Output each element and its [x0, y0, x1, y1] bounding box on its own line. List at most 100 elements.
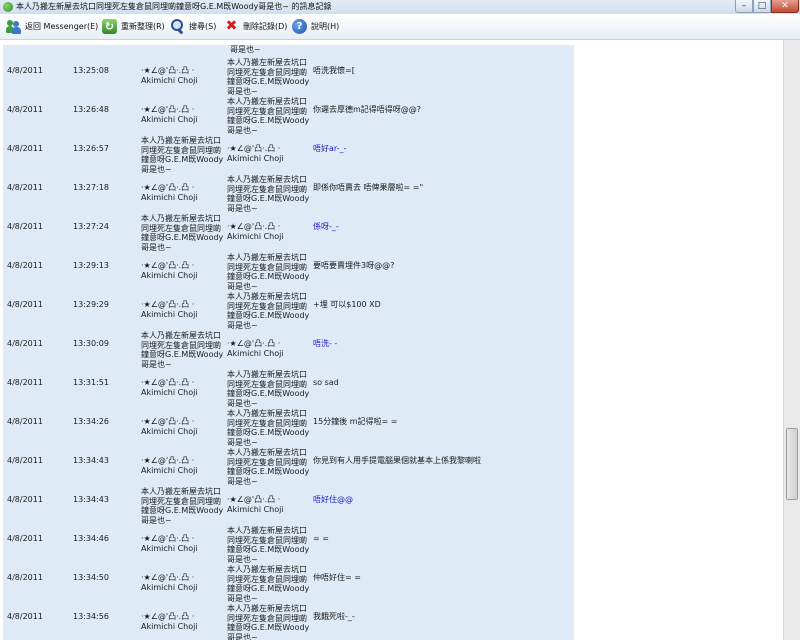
row-to: 本人乃搬左新屋去坑口同埋死左隻倉鼠同埋啲鐘意呀G.E.M既Woody哥是也~	[227, 97, 310, 135]
row-message: 唔洗我懷=[	[313, 66, 355, 75]
vertical-scrollbar[interactable]	[783, 40, 800, 640]
delete-history-button[interactable]: ✖ 刪除記錄(D)	[224, 18, 288, 35]
search-button[interactable]: 搜尋(S)	[170, 18, 216, 35]
row-date: 4/8/2011	[7, 417, 43, 426]
row-message: 唔洗- -	[313, 339, 338, 348]
row-date: 4/8/2011	[7, 456, 43, 465]
row-from: ·★∠@'凸·.凸 · Akimichi Choji	[141, 534, 198, 553]
row-time: 13:29:13	[73, 261, 109, 270]
row-time: 13:34:46	[73, 534, 109, 543]
row-date: 4/8/2011	[7, 300, 43, 309]
close-button[interactable]: ✕	[771, 0, 799, 13]
row-from: 本人乃搬左新屋去坑口同埋死左隻倉鼠同埋啲鐘意呀G.E.M既Woody哥是也~	[141, 487, 224, 525]
message-row: 4/8/2011 13:27:18 ·★∠@'凸·.凸 · Akimichi C…	[3, 175, 574, 214]
message-log[interactable]: 哥是也~ 4/8/2011 13:25:08 ·★∠@'凸·.凸 · Akimi…	[0, 40, 575, 640]
row-date: 4/8/2011	[7, 222, 43, 231]
row-date: 4/8/2011	[7, 534, 43, 543]
row-date: 4/8/2011	[7, 339, 43, 348]
row-from: ·★∠@'凸·.凸 · Akimichi Choji	[141, 183, 198, 202]
row-message: 唔好住@@	[313, 495, 353, 504]
row-date: 4/8/2011	[7, 144, 43, 153]
message-row: 4/8/2011 13:34:26 ·★∠@'凸·.凸 · Akimichi C…	[3, 409, 574, 448]
row-from: 本人乃搬左新屋去坑口同埋死左隻倉鼠同埋啲鐘意呀G.E.M既Woody哥是也~	[141, 331, 224, 369]
row-to: ·★∠@'凸·.凸 · Akimichi Choji	[227, 144, 284, 163]
row-to: 本人乃搬左新屋去坑口同埋死左隻倉鼠同埋啲鐘意呀G.E.M既Woody哥是也~	[227, 292, 310, 330]
delete-history-label: 刪除記錄(D)	[243, 22, 288, 31]
row-date: 4/8/2011	[7, 495, 43, 504]
message-row: 4/8/2011 13:25:08 ·★∠@'凸·.凸 · Akimichi C…	[3, 58, 574, 97]
row-date: 4/8/2011	[7, 183, 43, 192]
row-message: 唔好ar-_-	[313, 144, 347, 153]
row-date: 4/8/2011	[7, 378, 43, 387]
row-message: so sad	[313, 378, 339, 387]
row-date: 4/8/2011	[7, 66, 43, 75]
back-to-messenger-label: 返回 Messenger(E)	[25, 22, 99, 31]
title-bar: 本人乃搬左新屋去坑口同埋死左隻倉鼠同埋啲鐘意呀G.E.M既Woody哥是也~ 的…	[0, 0, 800, 15]
help-label: 說明(H)	[311, 22, 340, 31]
back-to-messenger-button[interactable]: 返回 Messenger(E)	[6, 18, 98, 35]
row-to: 本人乃搬左新屋去坑口同埋死左隻倉鼠同埋啲鐘意呀G.E.M既Woody哥是也~	[227, 409, 310, 447]
maximize-button[interactable]: □	[753, 0, 771, 13]
message-row: 4/8/2011 13:34:43 本人乃搬左新屋去坑口同埋死左隻倉鼠同埋啲鐘意…	[3, 487, 574, 526]
row-time: 13:27:24	[73, 222, 109, 231]
row-message: = =	[313, 534, 329, 543]
row-from: ·★∠@'凸·.凸 · Akimichi Choji	[141, 378, 198, 397]
messenger-icon	[3, 2, 13, 12]
scrollbar-thumb[interactable]	[786, 428, 798, 500]
row-message: 仲唔好住= =	[313, 573, 361, 582]
row-message: 你見到有人用手提電腦果個就基本上係我黎喇啦	[313, 456, 481, 465]
message-row: 4/8/2011 13:29:13 ·★∠@'凸·.凸 · Akimichi C…	[3, 253, 574, 292]
row-to: 本人乃搬左新屋去坑口同埋死左隻倉鼠同埋啲鐘意呀G.E.M既Woody哥是也~	[227, 604, 310, 640]
row-time: 13:30:09	[73, 339, 109, 348]
row-time: 13:27:18	[73, 183, 109, 192]
message-history-window: 本人乃搬左新屋去坑口同埋死左隻倉鼠同埋啲鐘意呀G.E.M既Woody哥是也~ 的…	[0, 0, 800, 640]
message-row: 4/8/2011 13:26:48 ·★∠@'凸·.凸 · Akimichi C…	[3, 97, 574, 136]
row-to: ·★∠@'凸·.凸 · Akimichi Choji	[227, 222, 284, 241]
row-to: 本人乃搬左新屋去坑口同埋死左隻倉鼠同埋啲鐘意呀G.E.M既Woody哥是也~	[227, 448, 310, 486]
row-to: 本人乃搬左新屋去坑口同埋死左隻倉鼠同埋啲鐘意呀G.E.M既Woody哥是也~	[227, 253, 310, 291]
message-row: 4/8/2011 13:27:24 本人乃搬左新屋去坑口同埋死左隻倉鼠同埋啲鐘意…	[3, 214, 574, 253]
row-from: ·★∠@'凸·.凸 · Akimichi Choji	[141, 573, 198, 592]
row-time: 13:25:08	[73, 66, 109, 75]
refresh-button[interactable]: ↻ 重新整理(R)	[102, 18, 165, 35]
row-message: 要唔要賣埋件3呀@@?	[313, 261, 395, 270]
row-message: 即係你唔賣去 唔俾果層啦= ="	[313, 183, 424, 192]
row-message: 15分鐘後 m記得啦= =	[313, 417, 398, 426]
row-message: 你遲去厚德m記得唔得呀@@?	[313, 105, 422, 114]
row-time: 13:26:48	[73, 105, 109, 114]
row-time: 13:34:43	[73, 495, 109, 504]
row-date: 4/8/2011	[7, 105, 43, 114]
refresh-label: 重新整理(R)	[121, 22, 165, 31]
row-date: 4/8/2011	[7, 261, 43, 270]
help-button[interactable]: ? 說明(H)	[292, 18, 339, 35]
refresh-icon: ↻	[102, 19, 117, 34]
row-from: ·★∠@'凸·.凸 · Akimichi Choji	[141, 105, 198, 124]
people-icon	[6, 19, 21, 34]
message-log-panel: 哥是也~ 4/8/2011 13:25:08 ·★∠@'凸·.凸 · Akimi…	[3, 45, 574, 640]
row-time: 13:26:57	[73, 144, 109, 153]
row-to: 本人乃搬左新屋去坑口同埋死左隻倉鼠同埋啲鐘意呀G.E.M既Woody哥是也~	[227, 526, 310, 564]
row-time: 13:34:50	[73, 573, 109, 582]
search-icon	[170, 19, 185, 35]
row-from: ·★∠@'凸·.凸 · Akimichi Choji	[141, 417, 198, 436]
message-row: 4/8/2011 13:30:09 本人乃搬左新屋去坑口同埋死左隻倉鼠同埋啲鐘意…	[3, 331, 574, 370]
row-time: 13:34:56	[73, 612, 109, 621]
row-to: 本人乃搬左新屋去坑口同埋死左隻倉鼠同埋啲鐘意呀G.E.M既Woody哥是也~	[227, 58, 310, 96]
message-row: 4/8/2011 13:26:57 本人乃搬左新屋去坑口同埋死左隻倉鼠同埋啲鐘意…	[3, 136, 574, 175]
row-from: ·★∠@'凸·.凸 · Akimichi Choji	[141, 612, 198, 631]
delete-icon: ✖	[225, 18, 238, 34]
minimize-button[interactable]: –	[735, 0, 753, 13]
row-date: 4/8/2011	[7, 573, 43, 582]
row-message: 係呀-_-	[313, 222, 339, 231]
message-row: 4/8/2011 13:34:56 ·★∠@'凸·.凸 · Akimichi C…	[3, 604, 574, 640]
row-from: 本人乃搬左新屋去坑口同埋死左隻倉鼠同埋啲鐘意呀G.E.M既Woody哥是也~	[141, 214, 224, 252]
row-from: ·★∠@'凸·.凸 · Akimichi Choji	[141, 300, 198, 319]
message-row: 4/8/2011 13:34:46 ·★∠@'凸·.凸 · Akimichi C…	[3, 526, 574, 565]
message-row: 4/8/2011 13:31:51 ·★∠@'凸·.凸 · Akimichi C…	[3, 370, 574, 409]
row-to: 本人乃搬左新屋去坑口同埋死左隻倉鼠同埋啲鐘意呀G.E.M既Woody哥是也~	[227, 370, 310, 408]
row-message: 我餓死啦-_-	[313, 612, 355, 621]
previous-row-fragment: 哥是也~	[230, 45, 261, 54]
message-row: 4/8/2011 13:34:43 ·★∠@'凸·.凸 · Akimichi C…	[3, 448, 574, 487]
row-from: ·★∠@'凸·.凸 · Akimichi Choji	[141, 456, 198, 475]
row-date: 4/8/2011	[7, 612, 43, 621]
